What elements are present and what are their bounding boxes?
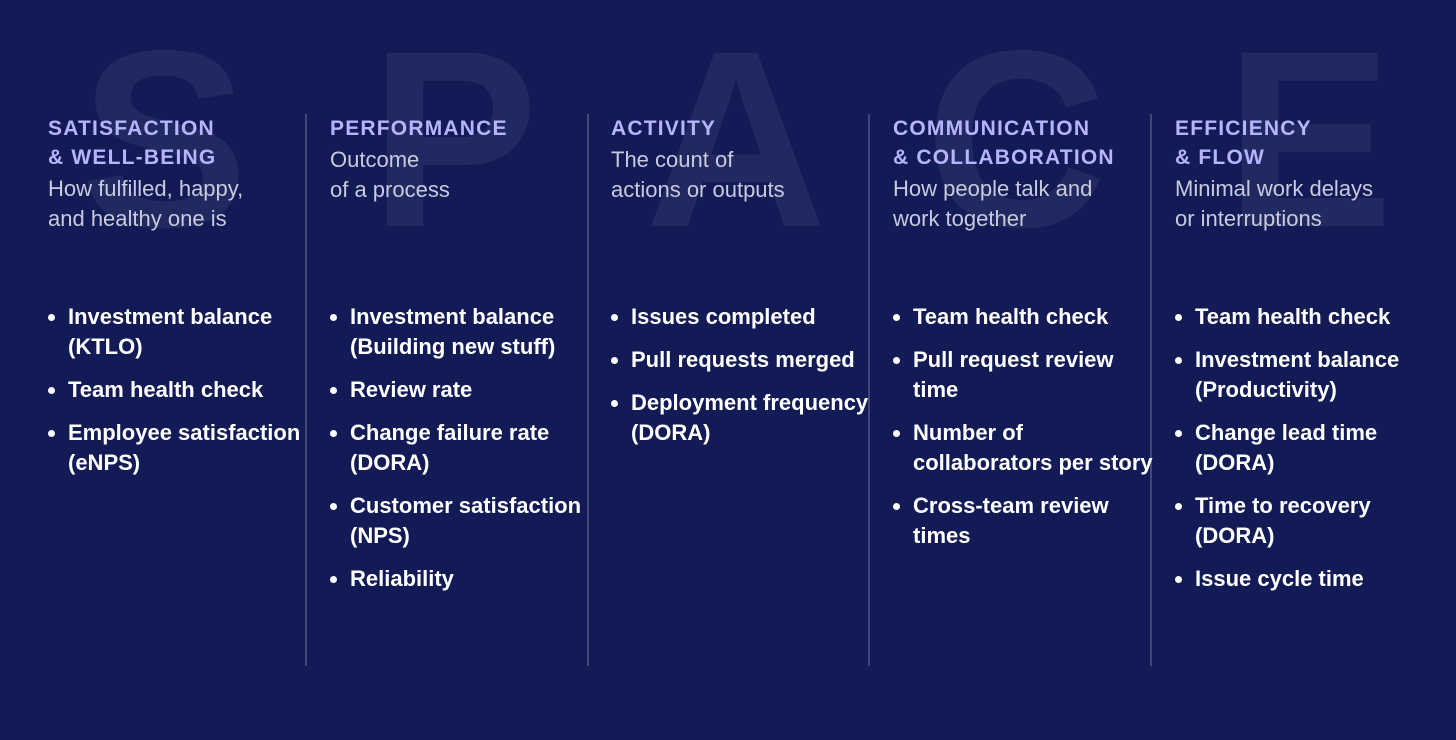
- metric-label: Deployment frequency (DORA): [631, 390, 869, 445]
- metric-label: Time to recovery (DORA): [1195, 493, 1371, 548]
- metric-list: Team health check Investment balance (Pr…: [1175, 302, 1445, 607]
- metric-label: Investment balance (Productivity): [1195, 347, 1400, 402]
- column-subtitle: The count of actions or outputs: [611, 145, 861, 205]
- bullet-icon: [893, 357, 900, 364]
- metric-item: Issue cycle time: [1175, 564, 1445, 594]
- metric-item: Change lead time (DORA): [1175, 418, 1445, 478]
- metric-label: Issue cycle time: [1195, 566, 1364, 591]
- metric-list: Team health check Pull request review ti…: [893, 302, 1163, 564]
- metric-item: Deployment frequency (DORA): [611, 388, 881, 448]
- metric-label: Investment balance (KTLO): [68, 304, 273, 359]
- metric-item: Pull requests merged: [611, 345, 881, 375]
- bullet-icon: [1175, 576, 1182, 583]
- subtitle-line: The count of: [611, 147, 734, 172]
- metric-label: Employee satisfaction (eNPS): [68, 420, 301, 475]
- bullet-icon: [330, 430, 337, 437]
- metric-item: Employee satisfaction (eNPS): [48, 418, 318, 478]
- heading-line: & WELL-BEING: [48, 146, 217, 169]
- bullet-icon: [330, 503, 337, 510]
- metric-label: Change failure rate (DORA): [350, 420, 550, 475]
- metric-item: Cross-team review times: [893, 491, 1163, 551]
- metric-list: Issues completed Pull requests merged De…: [611, 302, 881, 461]
- column-activity: ACTIVITY The count of actions or outputs…: [611, 114, 868, 445]
- metric-list: Investment balance (KTLO) Team health ch…: [48, 302, 318, 491]
- bullet-icon: [611, 314, 618, 321]
- bullet-icon: [48, 314, 55, 321]
- metric-label: Customer satisfaction (NPS): [350, 493, 582, 548]
- metric-item: Change failure rate (DORA): [330, 418, 600, 478]
- heading-line: COMMUNICATION: [893, 117, 1091, 140]
- heading-line: SATISFACTION: [48, 117, 215, 140]
- subtitle-line: of a process: [330, 177, 450, 202]
- subtitle-line: How fulfilled, happy,: [48, 176, 244, 201]
- metric-label: Number of collaborators per story: [913, 420, 1153, 475]
- metric-label: Change lead time (DORA): [1195, 420, 1378, 475]
- metric-item: Reliability: [330, 564, 600, 594]
- metric-label: Review rate: [350, 377, 473, 402]
- heading-line: PERFORMANCE: [330, 117, 508, 140]
- metric-label: Investment balance (Building new stuff): [350, 304, 556, 359]
- subtitle-line: Outcome: [330, 147, 420, 172]
- bullet-icon: [893, 314, 900, 321]
- metric-item: Team health check: [1175, 302, 1445, 332]
- column-heading: PERFORMANCE: [330, 114, 580, 143]
- column-communication: COMMUNICATION & COLLABORATION How people…: [893, 114, 1153, 548]
- metric-label: Cross-team review times: [913, 493, 1109, 548]
- subtitle-line: work together: [893, 206, 1027, 231]
- column-subtitle: How fulfilled, happy, and healthy one is: [48, 174, 298, 234]
- heading-line: EFFICIENCY: [1175, 117, 1312, 140]
- bullet-icon: [1175, 357, 1182, 364]
- metric-item: Customer satisfaction (NPS): [330, 491, 600, 551]
- subtitle-line: How people talk and: [893, 176, 1093, 201]
- metric-label: Team health check: [68, 377, 264, 402]
- bullet-icon: [1175, 503, 1182, 510]
- bullet-icon: [330, 576, 337, 583]
- subtitle-line: Minimal work delays: [1175, 176, 1374, 201]
- column-subtitle: Minimal work delays or interruptions: [1175, 174, 1425, 234]
- metric-list: Investment balance (Building new stuff) …: [330, 302, 600, 607]
- bullet-icon: [1175, 314, 1182, 321]
- metric-label: Issues completed: [631, 304, 816, 329]
- column-heading: SATISFACTION & WELL-BEING: [48, 114, 298, 172]
- metric-label: Reliability: [350, 566, 454, 591]
- bullet-icon: [48, 430, 55, 437]
- bullet-icon: [893, 430, 900, 437]
- metric-item: Number of collaborators per story: [893, 418, 1163, 478]
- column-heading: COMMUNICATION & COLLABORATION: [893, 114, 1143, 172]
- metric-item: Issues completed: [611, 302, 881, 332]
- subtitle-line: or interruptions: [1175, 206, 1322, 231]
- bullet-icon: [611, 357, 618, 364]
- metric-label: Team health check: [913, 304, 1109, 329]
- metric-label: Pull request review time: [913, 347, 1114, 402]
- bullet-icon: [330, 387, 337, 394]
- heading-line: & FLOW: [1175, 146, 1266, 169]
- metric-item: Team health check: [893, 302, 1163, 332]
- column-heading: EFFICIENCY & FLOW: [1175, 114, 1425, 172]
- subtitle-line: and healthy one is: [48, 206, 227, 231]
- column-subtitle: How people talk and work together: [893, 174, 1143, 234]
- column-subtitle: Outcome of a process: [330, 145, 580, 205]
- bullet-icon: [48, 387, 55, 394]
- bullet-icon: [1175, 430, 1182, 437]
- metric-item: Time to recovery (DORA): [1175, 491, 1445, 551]
- metric-item: Investment balance (KTLO): [48, 302, 318, 362]
- column-satisfaction: SATISFACTION & WELL-BEING How fulfilled,…: [48, 114, 300, 475]
- column-efficiency: EFFICIENCY & FLOW Minimal work delays or…: [1175, 114, 1425, 591]
- column-performance: PERFORMANCE Outcome of a process Investm…: [330, 114, 581, 591]
- subtitle-line: actions or outputs: [611, 177, 785, 202]
- metric-item: Investment balance (Building new stuff): [330, 302, 600, 362]
- bullet-icon: [611, 400, 618, 407]
- bullet-icon: [893, 503, 900, 510]
- metric-label: Team health check: [1195, 304, 1391, 329]
- heading-line: & COLLABORATION: [893, 146, 1115, 169]
- metric-item: Pull request review time: [893, 345, 1163, 405]
- column-heading: ACTIVITY: [611, 114, 861, 143]
- metric-item: Investment balance (Productivity): [1175, 345, 1445, 405]
- metric-item: Team health check: [48, 375, 318, 405]
- heading-line: ACTIVITY: [611, 117, 717, 140]
- bullet-icon: [330, 314, 337, 321]
- metric-item: Review rate: [330, 375, 600, 405]
- metric-label: Pull requests merged: [631, 347, 855, 372]
